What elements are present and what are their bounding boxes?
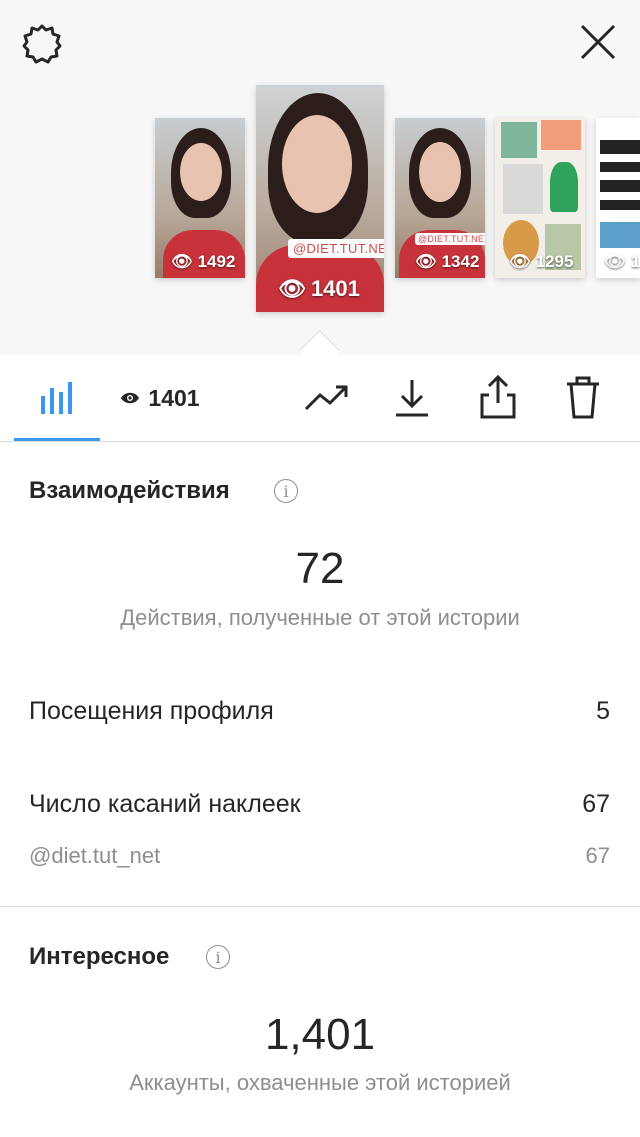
interactions-caption: Действия, полученные от этой истории	[120, 605, 520, 630]
story-view-count: 👁 1492	[171, 252, 236, 271]
story-view-count: 👁 1	[604, 252, 640, 271]
download-button[interactable]	[388, 373, 436, 423]
interactions-total: 72	[295, 544, 345, 593]
profile-visits-value: 5	[596, 697, 610, 725]
settings-gear-icon[interactable]	[20, 22, 64, 66]
eye-icon: 👁	[278, 276, 306, 301]
story-thumbnail[interactable]: 👁 1295	[495, 118, 585, 278]
eye-icon: 👁	[415, 252, 437, 271]
eye-icon: 👁	[171, 252, 193, 271]
active-tab-indicator	[14, 438, 100, 441]
story-carousel-area: 👁1492 @DIET.TUT.NET 👁1401 @DIET.TUT.NET …	[0, 0, 640, 355]
interactions-title: Взаимодействия	[29, 477, 230, 504]
story-view-count: 👁 1295	[509, 252, 574, 271]
sticker-taps-label: Число касаний наклеек	[29, 790, 301, 818]
bar-chart-icon	[41, 382, 72, 414]
tab-viewers[interactable]: 1401	[110, 355, 210, 441]
tab-insights[interactable]	[14, 355, 100, 441]
eye-icon	[121, 392, 140, 404]
sticker-account-label: @diet.tut_net	[29, 843, 161, 868]
story-thumbnail[interactable]: @DIET.TUT.NET 👁 1342	[395, 118, 485, 278]
trending-arrow-icon	[304, 385, 348, 411]
story-thumbnail-selected[interactable]: @DIET.TUT.NET 👁1401	[256, 85, 384, 312]
viewers-count: 1401	[148, 384, 200, 411]
close-icon[interactable]	[578, 22, 618, 62]
trash-icon	[567, 376, 599, 419]
eye-icon: 👁	[509, 252, 531, 271]
info-icon[interactable]: i	[206, 945, 230, 969]
story-view-count: 👁 1342	[415, 252, 480, 271]
discovery-caption: Аккаунты, охваченные этой историей	[129, 1070, 511, 1095]
story-thumbnail[interactable]: 👁 1492	[155, 118, 245, 278]
profile-visits-label: Посещения профиля	[29, 697, 274, 725]
story-view-count: 👁 1401	[278, 276, 360, 301]
story-thumbnail[interactable]: 👁 1	[596, 118, 640, 278]
mention-sticker: @DIET.TUT.NET	[288, 239, 384, 258]
discovery-title: Интересное	[29, 943, 170, 970]
info-icon[interactable]: i	[274, 479, 298, 503]
mention-sticker: @DIET.TUT.NET	[415, 233, 485, 245]
download-icon	[396, 380, 428, 417]
discovery-total: 1,401	[264, 1010, 376, 1059]
sticker-account-value: 67	[585, 843, 610, 868]
share-button[interactable]	[473, 371, 523, 423]
sticker-taps-value: 67	[582, 790, 610, 818]
promote-button[interactable]	[302, 375, 352, 421]
eye-icon: 👁	[604, 252, 626, 271]
delete-button[interactable]	[558, 371, 608, 423]
section-divider	[0, 906, 640, 907]
story-toolbar: 1401	[0, 355, 640, 442]
share-icon	[480, 375, 516, 419]
